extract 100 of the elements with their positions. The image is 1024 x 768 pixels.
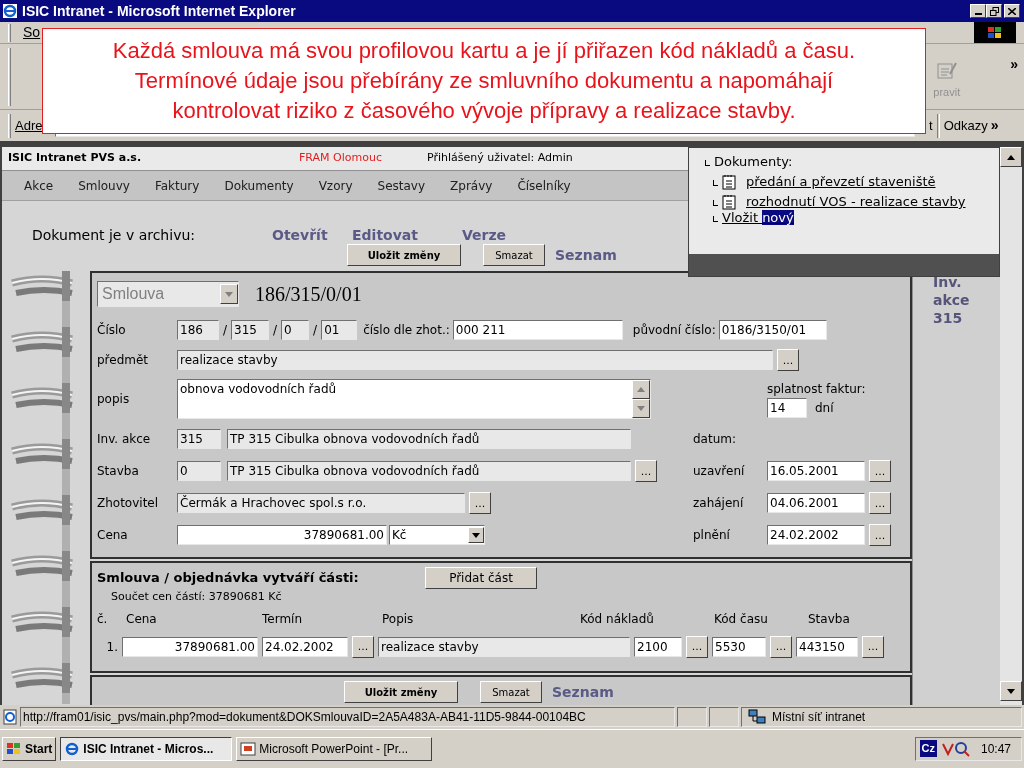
scroll-up-button[interactable]	[1000, 147, 1022, 167]
input-field[interactable]: 186	[177, 320, 219, 340]
nav-item[interactable]: Faktury	[154, 176, 200, 195]
separator-label: /	[273, 322, 278, 339]
field-label: datum:	[693, 431, 737, 448]
picker-button[interactable]: ...	[635, 460, 657, 482]
nav-item[interactable]: Sestavy	[377, 176, 426, 195]
input-field[interactable]: 16.05.2001	[767, 461, 865, 481]
column-header: Kód nákladů	[580, 610, 655, 628]
picker-button[interactable]: ...	[862, 635, 884, 658]
network-icon	[748, 709, 766, 725]
document-link[interactable]: předání a převzetí staveniště	[746, 174, 936, 189]
document-number: 186/315/0/01	[255, 282, 362, 307]
input-field[interactable]: 14	[767, 398, 807, 418]
nav-item[interactable]: Číselníky	[517, 176, 571, 195]
picker-button[interactable]: ...	[686, 635, 708, 658]
menu-item[interactable]: So	[23, 22, 41, 43]
tree-branch-icon	[713, 215, 718, 222]
nav-item[interactable]: Zprávy	[450, 176, 493, 195]
input-field[interactable]: 000 211	[452, 320, 623, 340]
user-label: Přihlášený uživatel: Admin	[427, 150, 573, 167]
links-label[interactable]: Odkazy	[943, 115, 988, 136]
status-pane	[677, 707, 707, 727]
input-field[interactable]: TP 315 Cibulka obnova vodovodních řadů	[227, 461, 631, 481]
dropdown-icon	[472, 532, 480, 538]
nav-item[interactable]: Vzory	[318, 176, 353, 195]
input-field[interactable]: 24.02.2002	[262, 636, 348, 657]
toolbar-overflow[interactable]: »	[1010, 54, 1018, 75]
taskbar-button[interactable]: Microsoft PowerPoint - [Pr...	[236, 736, 433, 761]
column-header: Termín	[262, 610, 304, 628]
minimize-button[interactable]	[970, 4, 986, 18]
input-field[interactable]: 01	[321, 320, 358, 340]
input-field[interactable]: realizace stavby	[378, 636, 630, 657]
separator-label: /	[223, 322, 228, 339]
input-field[interactable]: 315	[177, 429, 221, 449]
new-document-link[interactable]: Vložit nový	[722, 210, 794, 225]
input-field[interactable]: 5530	[712, 636, 766, 657]
action-link[interactable]: Editovat	[352, 225, 462, 246]
input-field[interactable]: 0186/3150/01	[718, 320, 827, 340]
minimize-icon	[974, 13, 982, 15]
nav-item[interactable]: Akce	[24, 176, 54, 195]
input-field[interactable]: 0	[177, 461, 221, 481]
field-label: Číslo	[97, 321, 127, 339]
field-label: číslo dle zhot.:	[363, 322, 450, 339]
company-name: ISIC Intranet PVS a.s.	[8, 150, 143, 167]
action-link[interactable]: Otevřít	[272, 225, 352, 246]
picker-button[interactable]: ...	[469, 492, 491, 514]
nav-item[interactable]: Dokumenty	[224, 176, 294, 195]
side-label: Inv.	[933, 273, 963, 291]
input-field[interactable]: Čermák a Hrachovec spol.s r.o.	[177, 493, 465, 513]
input-field[interactable]: realizace stavby	[177, 350, 773, 370]
address-label: Adre	[15, 116, 44, 135]
scroll-down-button[interactable]	[1000, 681, 1022, 701]
picker-button[interactable]: ...	[352, 635, 374, 658]
list-link[interactable]: Seznam	[552, 681, 614, 703]
up-arrow-icon	[1007, 154, 1015, 160]
document-link[interactable]: rozhodnutí VOS - realizace stavby	[746, 194, 966, 209]
tree-branch-icon	[713, 179, 718, 186]
restore-icon	[989, 6, 999, 16]
input-field[interactable]: 37890681.00	[177, 525, 387, 545]
archive-label: Dokument je v archivu:	[32, 226, 196, 245]
page-icon	[2, 709, 18, 725]
zone-label: Místní síť intranet	[772, 709, 866, 726]
input-field[interactable]: 315	[231, 320, 270, 340]
picker-button[interactable]: ...	[869, 524, 891, 546]
picker-button[interactable]: ...	[777, 349, 799, 371]
list-link[interactable]: Seznam	[555, 244, 617, 266]
popup-heading: Dokumenty:	[714, 154, 793, 169]
input-field[interactable]: 24.02.2002	[767, 525, 865, 545]
nav-item[interactable]: Smlouvy	[78, 176, 130, 195]
restore-button[interactable]	[986, 4, 1002, 18]
input-field[interactable]: 0	[281, 320, 310, 340]
action-link[interactable]: Verze	[462, 225, 532, 246]
picker-button[interactable]: ...	[869, 492, 891, 514]
start-button[interactable]: Start	[2, 736, 57, 761]
delete-button[interactable]: Smazat	[480, 681, 542, 703]
language-indicator[interactable]: Cz	[919, 740, 937, 757]
picker-button[interactable]: ...	[869, 460, 891, 482]
location-label: FRAM Olomouc	[299, 150, 383, 167]
input-field[interactable]: 443150	[796, 636, 858, 657]
picker-button[interactable]: ...	[770, 635, 792, 658]
taskbar-button[interactable]: ISIC Intranet - Micros...	[60, 736, 233, 761]
input-field[interactable]: TP 315 Cibulka obnova vodovodních řadů	[227, 429, 631, 449]
input-field[interactable]: 2100	[634, 636, 682, 657]
links-overflow[interactable]: »	[990, 115, 999, 136]
close-button[interactable]	[1004, 4, 1020, 18]
scrollbar[interactable]	[1000, 147, 1022, 705]
input-field[interactable]: 37890681.00	[122, 636, 258, 657]
description-field[interactable]: obnova vodovodních řadů	[177, 379, 651, 419]
section-title: Smlouva / objednávka vytváří části:	[97, 569, 360, 588]
save-button[interactable]: Uložit změny	[347, 244, 461, 266]
input-field[interactable]: 04.06.2001	[767, 493, 865, 513]
delete-button[interactable]: Smazat	[483, 244, 545, 266]
field-label: zahájení	[693, 495, 745, 512]
save-button[interactable]: Uložit změny	[344, 681, 458, 703]
column-header: č.	[97, 610, 109, 628]
go-button[interactable]: t	[929, 115, 933, 136]
add-part-button[interactable]: Přidat část	[425, 567, 537, 589]
field-label: Inv. akce	[97, 431, 152, 448]
currency-select[interactable]: Kč	[389, 525, 485, 545]
